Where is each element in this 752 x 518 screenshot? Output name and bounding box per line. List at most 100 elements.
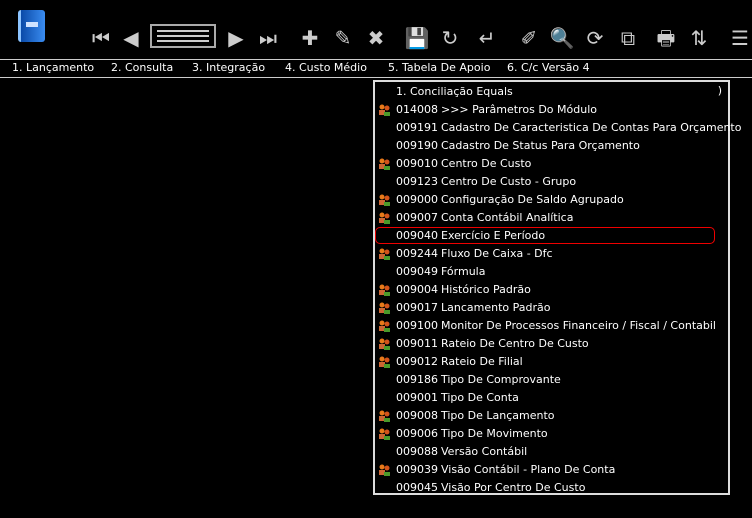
print-icon[interactable]: 🖶 [653, 26, 679, 50]
menu-item-009039[interactable]: 009039 Visão Contábil - Plano De Conta [375, 461, 715, 479]
menu-item-009001[interactable]: 009001 Tipo De Conta [375, 389, 715, 407]
item-code: 009006 [396, 427, 438, 440]
menu-item-009100[interactable]: 009100 Monitor De Processos Financeiro / … [375, 317, 716, 335]
item-label: Fluxo De Caixa - Dfc [441, 247, 553, 260]
menu-item-009045[interactable]: 009045 Visão Por Centro De Custo [375, 479, 715, 497]
users-icon [378, 320, 391, 332]
refresh-icon[interactable]: ⟳ [582, 26, 608, 50]
item-label: Visão Contábil - Plano De Conta [441, 463, 616, 476]
item-label: Cadastro De Status Para Orçamento [441, 139, 640, 152]
item-code: 009186 [396, 373, 438, 386]
scroll-mark: ) [717, 84, 722, 97]
item-label: Tipo De Lançamento [441, 409, 555, 422]
menu-item-009007[interactable]: 009007 Conta Contábil Analítica [375, 209, 715, 227]
search-icon[interactable]: 🔍 [549, 26, 575, 50]
users-icon [378, 212, 391, 224]
first-icon[interactable]: ⏮ [88, 26, 114, 50]
item-code: 009100 [396, 319, 438, 332]
item-label: Rateio De Centro De Custo [441, 337, 589, 350]
save-icon[interactable]: 💾 [404, 26, 430, 50]
menu-item-014008[interactable]: 014008 >>> Parâmetros Do Módulo [375, 101, 715, 119]
item-code: 009045 [396, 481, 438, 494]
item-label: Conta Contábil Analítica [441, 211, 574, 224]
menu-cc-versao-4[interactable]: 6. C/c Versão 4 [507, 61, 590, 74]
submenu-title[interactable]: 1. Conciliação Equals [375, 83, 715, 101]
item-label: Histórico Padrão [441, 283, 531, 296]
item-code: 009000 [396, 193, 438, 206]
item-label: Tipo De Movimento [441, 427, 548, 440]
item-code: 009088 [396, 445, 438, 458]
item-code: 009123 [396, 175, 438, 188]
users-icon [378, 410, 391, 422]
menu-item-009000[interactable]: 009000 Configuração De Saldo Agrupado [375, 191, 715, 209]
confirm-icon[interactable]: ↵ [474, 26, 500, 50]
add-icon[interactable]: ✚ [297, 26, 323, 50]
item-label: Configuração De Saldo Agrupado [441, 193, 624, 206]
item-code: 014008 [396, 103, 438, 116]
preview-icon[interactable]: ⧉ [615, 26, 641, 50]
edit-icon[interactable]: ✎ [330, 26, 356, 50]
users-icon [378, 104, 391, 116]
menu-item-009008[interactable]: 009008 Tipo De Lançamento [375, 407, 715, 425]
item-label: Lancamento Padrão [441, 301, 551, 314]
menu-bar: 1. Lançamento 2. Consulta 3. Integração … [0, 59, 752, 78]
item-code: 009017 [396, 301, 438, 314]
users-icon [378, 194, 391, 206]
item-label: >>> Parâmetros Do Módulo [441, 103, 597, 116]
menu-item-009010[interactable]: 009010 Centro De Custo [375, 155, 715, 173]
next-icon[interactable]: ▶ [223, 26, 249, 50]
menu-item-009004[interactable]: 009004 Histórico Padrão [375, 281, 715, 299]
item-code: 009004 [396, 283, 438, 296]
item-code: 009191 [396, 121, 438, 134]
menu-item-009006[interactable]: 009006 Tipo De Movimento [375, 425, 715, 443]
item-code: 009001 [396, 391, 438, 404]
menu-item-009012[interactable]: 009012 Rateio De Filial [375, 353, 715, 371]
menu-lancamento[interactable]: 1. Lançamento [12, 61, 94, 74]
menu-item-009049[interactable]: 009049 Fórmula [375, 263, 715, 281]
menu-item-009017[interactable]: 009017 Lancamento Padrão [375, 299, 715, 317]
item-label: Visão Por Centro De Custo [441, 481, 586, 494]
users-icon [378, 248, 391, 260]
menu-consulta[interactable]: 2. Consulta [111, 61, 173, 74]
copy-icon[interactable]: ↻ [437, 26, 463, 50]
users-icon [378, 284, 391, 296]
app-logo-book-icon [18, 10, 45, 42]
previous-icon[interactable]: ◀ [118, 26, 144, 50]
menu-item-009123[interactable]: 009123 Centro De Custo - Grupo [375, 173, 715, 191]
menu-item-009191[interactable]: 009191 Cadastro De Caracteristica De Cont… [375, 119, 741, 137]
last-icon[interactable]: ⏭ [255, 26, 281, 50]
item-code: 009244 [396, 247, 438, 260]
menu-tabela-de-apoio[interactable]: 5. Tabela De Apoio [388, 61, 490, 74]
menu-item-009186[interactable]: 009186 Tipo De Comprovante [375, 371, 715, 389]
item-code: 009190 [396, 139, 438, 152]
users-icon [378, 338, 391, 350]
item-code: 009012 [396, 355, 438, 368]
item-code: 009007 [396, 211, 438, 224]
item-label: Rateio De Filial [441, 355, 523, 368]
users-icon [378, 464, 391, 476]
item-code: 009010 [396, 157, 438, 170]
menu-item-009190[interactable]: 009190 Cadastro De Status Para Orçamento [375, 137, 715, 155]
item-label: Tipo De Conta [441, 391, 519, 404]
item-label: Fórmula [441, 265, 486, 278]
users-icon [378, 356, 391, 368]
clean-icon[interactable]: ✐ [516, 26, 542, 50]
menu-integracao[interactable]: 3. Integração [192, 61, 265, 74]
menu-item-009244[interactable]: 009244 Fluxo De Caixa - Dfc [375, 245, 715, 263]
item-label: Centro De Custo [441, 157, 532, 170]
item-label: Versão Contábil [441, 445, 528, 458]
item-code: 009008 [396, 409, 438, 422]
list-icon[interactable] [150, 24, 216, 48]
menu-item-009088[interactable]: 009088 Versão Contábil [375, 443, 715, 461]
users-icon [378, 302, 391, 314]
item-label: Tipo De Comprovante [441, 373, 561, 386]
delete-icon[interactable]: ✖ [363, 26, 389, 50]
menu-item-009011[interactable]: 009011 Rateio De Centro De Custo [375, 335, 715, 353]
item-label: Monitor De Processos Financeiro / Fiscal… [441, 319, 716, 332]
add-list-icon[interactable]: ☰ [727, 26, 752, 50]
item-label: Centro De Custo - Grupo [441, 175, 577, 188]
item-code: 009011 [396, 337, 438, 350]
submenu-popup: 1. Conciliação Equals ) 014008 >>> Parâme… [373, 80, 741, 497]
menu-custo-medio[interactable]: 4. Custo Médio [285, 61, 367, 74]
sort-icon[interactable]: ⇅ [686, 26, 712, 50]
